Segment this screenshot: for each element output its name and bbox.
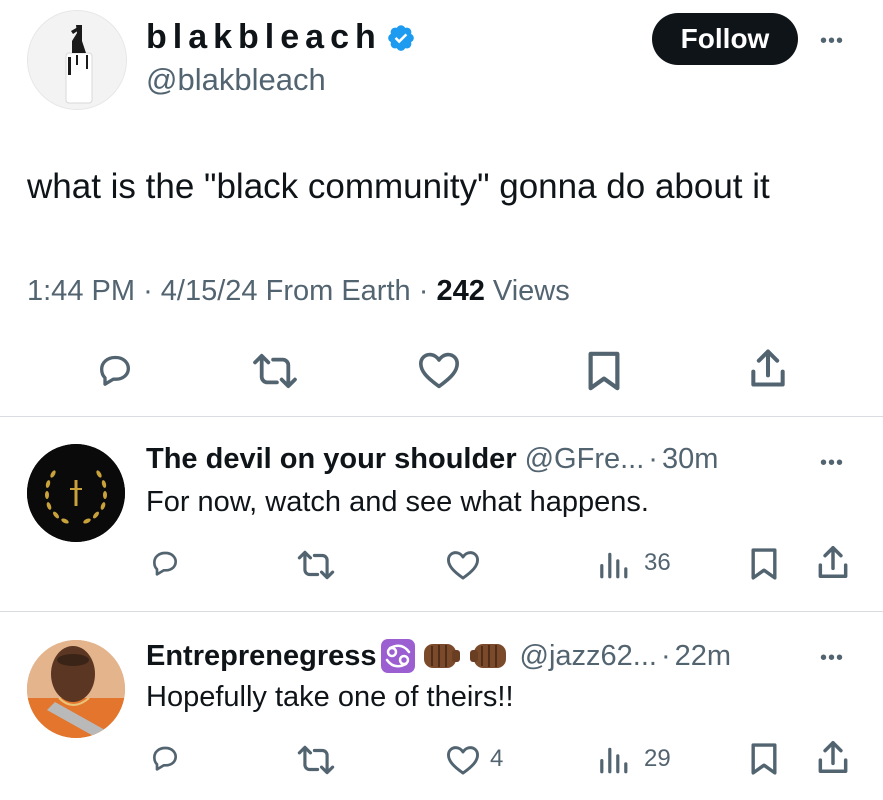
bookmark-icon[interactable] xyxy=(749,547,779,581)
meta-separator: · xyxy=(648,443,658,475)
reply-text: For now, watch and see what happens. xyxy=(146,486,649,518)
divider xyxy=(0,611,883,612)
author-handle[interactable]: @blakbleach xyxy=(146,62,326,98)
tweet-date[interactable]: 4/15/24 xyxy=(161,275,258,307)
cancer-zodiac-icon xyxy=(380,639,415,673)
tweet-metadata: 1:44 PM · 4/15/24 From Earth · 242 Views xyxy=(27,275,570,308)
reply-time[interactable]: 22m xyxy=(675,640,731,673)
more-options-icon[interactable]: ••• xyxy=(820,647,844,670)
tweet-text: what is the "black community" gonna do a… xyxy=(27,167,770,206)
more-options-icon[interactable]: ••• xyxy=(820,30,844,53)
share-icon[interactable] xyxy=(747,346,789,390)
retweet-icon[interactable] xyxy=(297,744,335,776)
tweet-time[interactable]: 1:44 PM xyxy=(27,275,135,307)
meta-separator: · xyxy=(660,639,671,672)
views-icon[interactable] xyxy=(597,548,629,580)
share-icon[interactable] xyxy=(815,543,851,581)
like-icon[interactable] xyxy=(444,744,482,776)
reply-time[interactable]: 30m xyxy=(662,443,718,476)
reply-icon[interactable] xyxy=(147,742,183,774)
author-display-name[interactable]: blakbleach xyxy=(146,18,416,57)
bookmark-icon[interactable] xyxy=(586,350,622,392)
divider xyxy=(0,416,883,417)
more-options-icon[interactable]: ••• xyxy=(820,452,844,475)
likes-count: 4 xyxy=(490,745,504,772)
fist-bump-icon xyxy=(469,644,506,668)
share-icon[interactable] xyxy=(815,738,851,776)
views-icon[interactable] xyxy=(597,743,629,775)
views-label: Views xyxy=(492,275,570,307)
reply-author-handle[interactable]: @jazz62... xyxy=(520,640,657,673)
meta-separator: · xyxy=(143,275,153,307)
reply-avatar[interactable] xyxy=(27,444,125,542)
like-icon[interactable] xyxy=(444,549,482,581)
retweet-icon[interactable] xyxy=(297,549,335,581)
follow-button[interactable]: Follow xyxy=(652,13,798,65)
fist-bump-icon xyxy=(423,644,460,668)
reply-author-handle[interactable]: @GFre... xyxy=(525,443,645,476)
meta-separator: · xyxy=(418,275,429,307)
reply-author[interactable]: Entreprenegress @jazz62... · 22m xyxy=(146,638,731,674)
bookmark-icon[interactable] xyxy=(749,742,779,776)
author-name-text[interactable]: blakbleach xyxy=(146,18,382,57)
like-icon[interactable] xyxy=(416,350,462,390)
views-count: 29 xyxy=(644,745,671,772)
reply-icon[interactable] xyxy=(93,350,137,390)
reply-avatar[interactable] xyxy=(27,640,125,738)
reply-author-name[interactable]: Entreprenegress xyxy=(146,640,377,673)
reply-author-name[interactable]: The devil on your shoulder xyxy=(146,443,517,476)
views-count: 36 xyxy=(644,549,671,576)
reply-icon[interactable] xyxy=(147,547,183,579)
tweet-source: From Earth xyxy=(265,275,411,307)
reply-author[interactable]: The devil on your shoulder @GFre... · 30… xyxy=(146,443,718,476)
author-avatar[interactable] xyxy=(27,10,127,110)
retweet-icon[interactable] xyxy=(252,352,298,390)
reply-text: Hopefully take one of theirs!! xyxy=(146,681,514,713)
verified-badge-icon xyxy=(387,24,414,51)
views-count: 242 xyxy=(436,275,485,307)
